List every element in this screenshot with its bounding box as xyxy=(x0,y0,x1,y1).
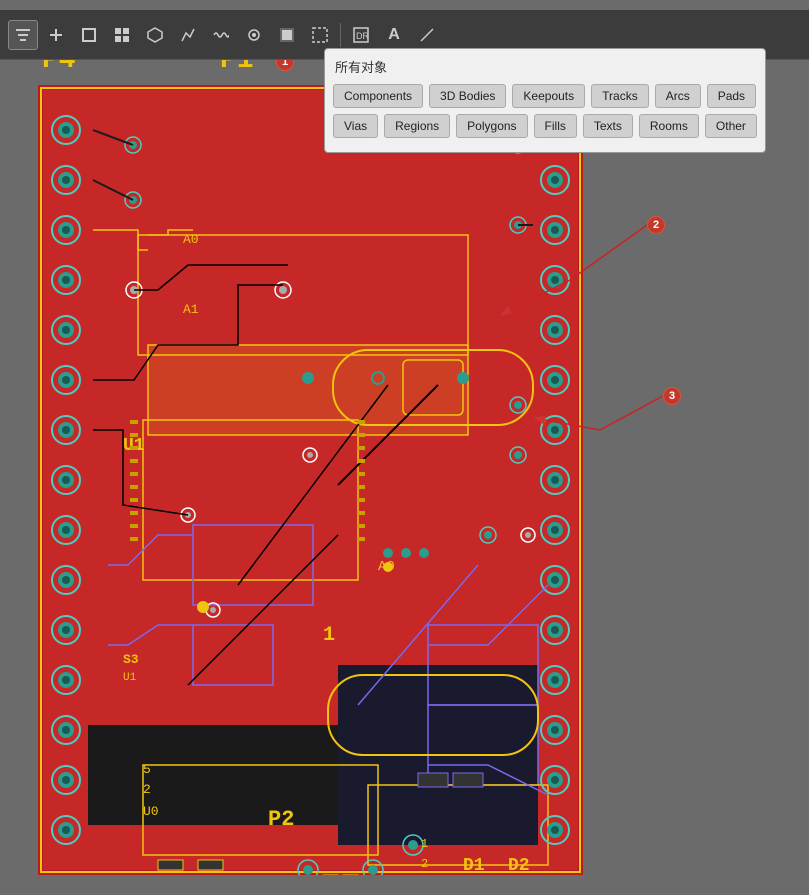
filter-vias-button[interactable]: Vias xyxy=(333,114,378,138)
filter-popup-title: 所有对象 xyxy=(333,57,757,76)
fill-tool-button[interactable] xyxy=(272,20,302,50)
filter-other-button[interactable]: Other xyxy=(705,114,757,138)
filter-components-button[interactable]: Components xyxy=(333,84,423,108)
route-tool-button[interactable] xyxy=(173,20,203,50)
filter-fills-button[interactable]: Fills xyxy=(534,114,577,138)
svg-text:1: 1 xyxy=(421,837,428,851)
filter-texts-button[interactable]: Texts xyxy=(583,114,633,138)
annotation-2: 2 xyxy=(647,216,665,234)
filter-regions-button[interactable]: Regions xyxy=(384,114,450,138)
annotation-3: 3 xyxy=(663,387,681,405)
toolbar-divider-1 xyxy=(340,23,341,47)
filter-tool-button[interactable] xyxy=(8,20,38,50)
svg-text:A0: A0 xyxy=(378,559,395,575)
drc-tool-button[interactable]: DRC xyxy=(346,20,376,50)
filter-pads-button[interactable]: Pads xyxy=(707,84,756,108)
svg-text:A0: A0 xyxy=(183,232,199,247)
svg-text:U0: U0 xyxy=(143,804,159,819)
zone-tool-button[interactable] xyxy=(305,20,335,50)
filter-tracks-button[interactable]: Tracks xyxy=(591,84,649,108)
svg-text:A1: A1 xyxy=(183,302,199,317)
filter-row-2: Vias Regions Polygons Fills Texts Rooms … xyxy=(333,114,757,138)
highlight-tool-button[interactable] xyxy=(107,20,137,50)
filter-row-1: Components 3D Bodies Keepouts Tracks Arc… xyxy=(333,84,757,108)
text-tool-button[interactable]: A xyxy=(379,20,409,50)
svg-text:2: 2 xyxy=(143,782,151,797)
pcb-board: U1 A0 A1 1 P2 S3 U1 D1 D2 A0 xyxy=(38,85,583,875)
svg-text:5: 5 xyxy=(143,762,151,777)
svg-text:DRC: DRC xyxy=(356,31,369,41)
filter-rooms-button[interactable]: Rooms xyxy=(639,114,699,138)
svg-text:U1: U1 xyxy=(123,672,137,684)
pin-tool-button[interactable] xyxy=(239,20,269,50)
filter-keepouts-button[interactable]: Keepouts xyxy=(512,84,585,108)
svg-text:1: 1 xyxy=(323,624,335,647)
svg-text:S3: S3 xyxy=(123,652,139,667)
component-tool-button[interactable] xyxy=(140,20,170,50)
svg-text:P2: P2 xyxy=(268,807,294,832)
filter-popup: 所有对象 Components 3D Bodies Keepouts Track… xyxy=(324,48,766,153)
svg-text:D1: D1 xyxy=(463,856,485,875)
svg-text:D2: D2 xyxy=(508,856,530,875)
filter-arcs-button[interactable]: Arcs xyxy=(655,84,701,108)
add-tool-button[interactable] xyxy=(41,20,71,50)
filter-polygons-button[interactable]: Polygons xyxy=(456,114,527,138)
svg-text:2: 2 xyxy=(421,857,428,871)
wave-tool-button[interactable] xyxy=(206,20,236,50)
line-tool-button[interactable] xyxy=(412,20,442,50)
filter-3d-bodies-button[interactable]: 3D Bodies xyxy=(429,84,506,108)
rect-tool-button[interactable] xyxy=(74,20,104,50)
